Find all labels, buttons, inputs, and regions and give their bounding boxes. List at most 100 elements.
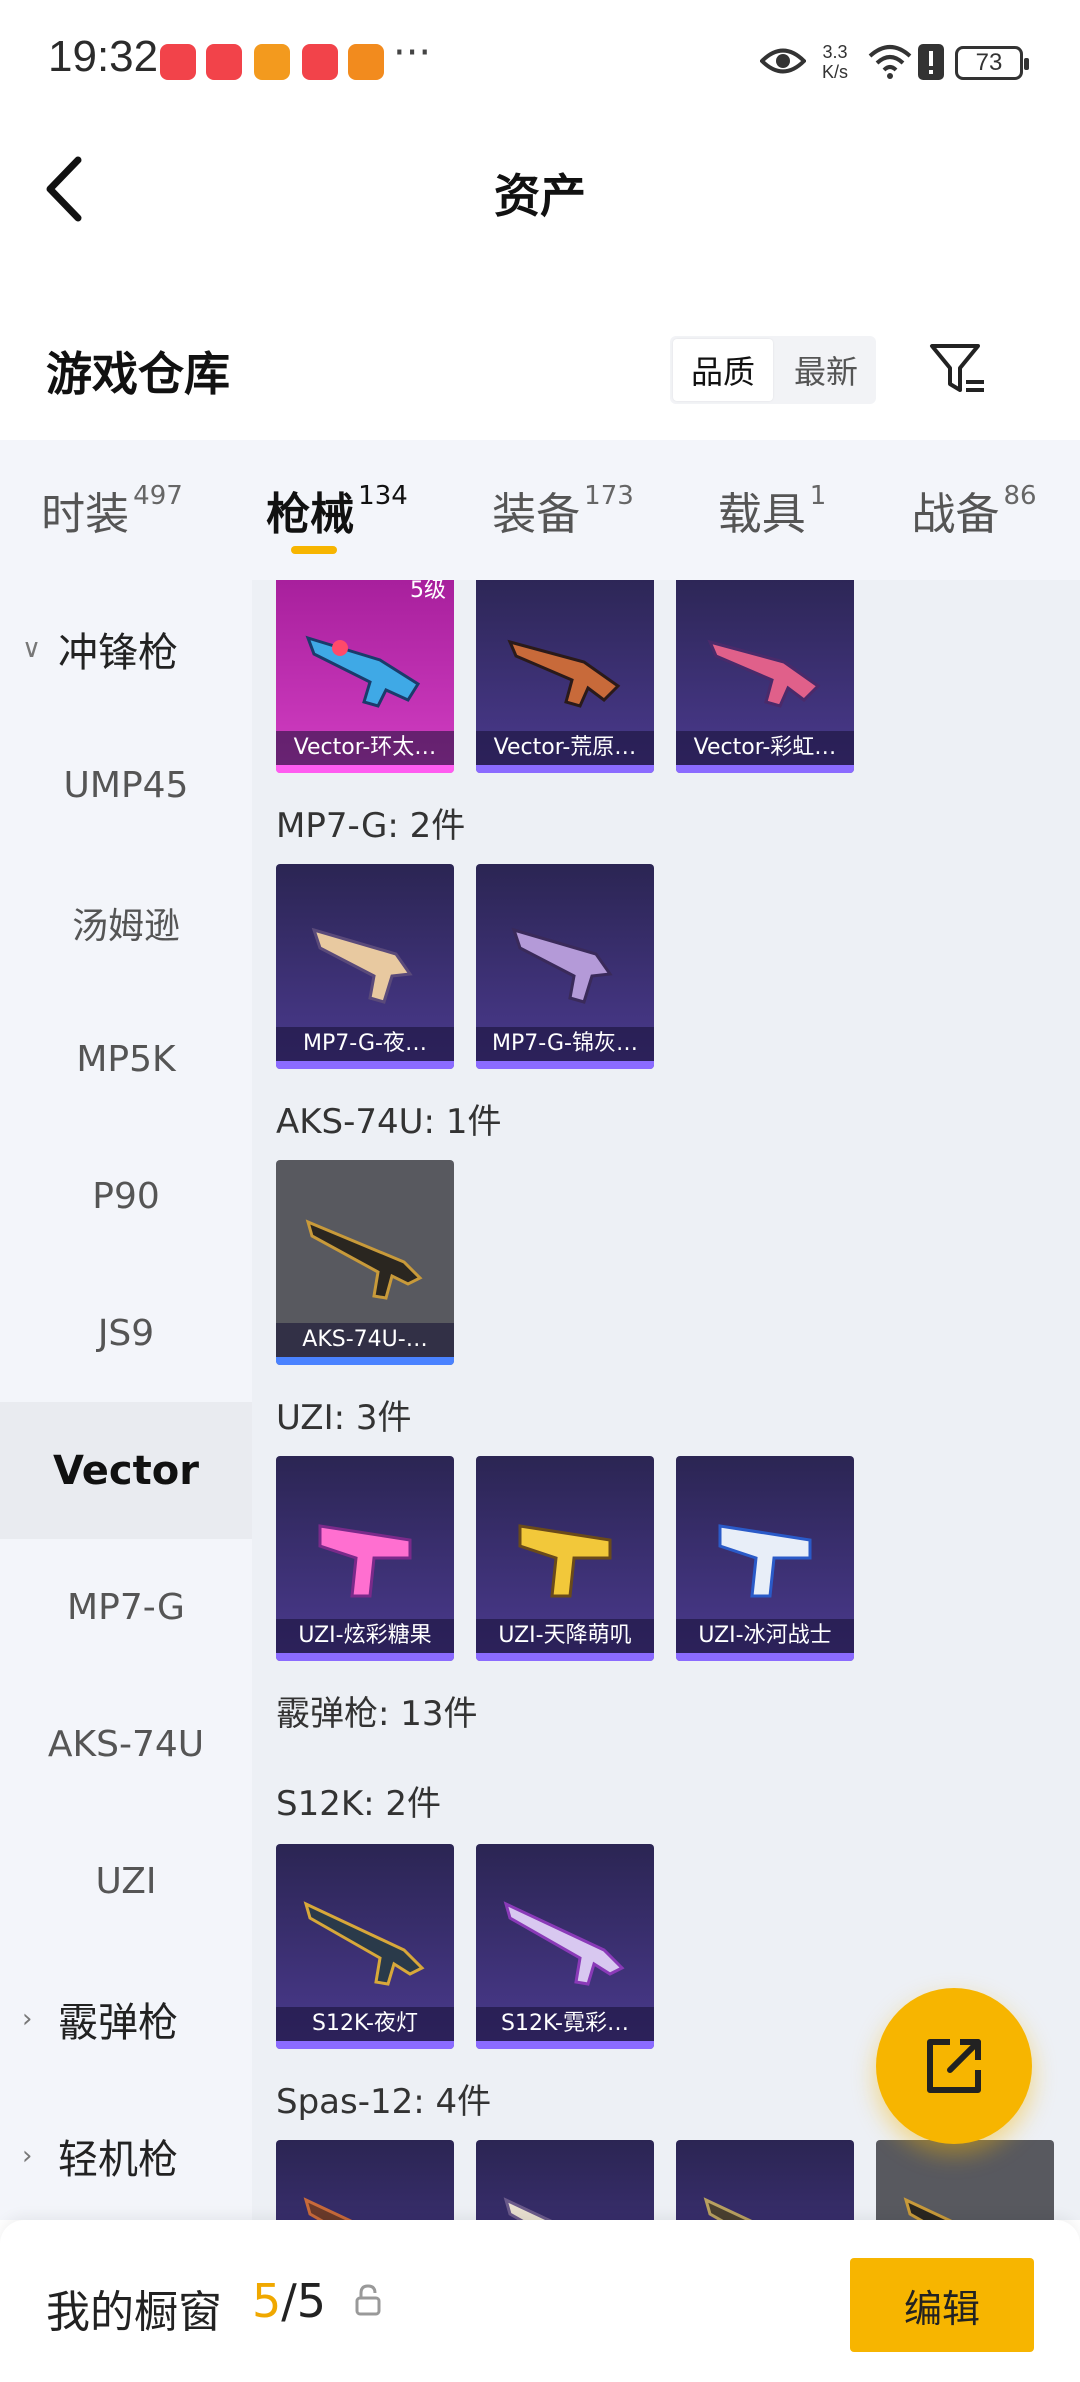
weapon-image: [305, 635, 421, 708]
weapon-card[interactable]: Vector-荒原…: [476, 580, 654, 773]
status-bar: 19:32 ··· 3.3 K/s 73: [0, 0, 1080, 124]
weapon-card[interactable]: MP7-G-夜…: [276, 864, 454, 1069]
sidebar-item-thompson[interactable]: 汤姆逊: [0, 854, 252, 991]
weapon-image: [707, 639, 821, 708]
rarity-bar: [276, 1061, 454, 1069]
rarity-bar: [276, 765, 454, 773]
weapon-name: MP7-G-夜…: [276, 1027, 454, 1061]
weapon-image: [903, 2197, 953, 2220]
sidebar-group-shotgun[interactable]: › 霰弹枪: [0, 1950, 252, 2087]
weapon-card[interactable]: Vector-彩虹…: [676, 580, 854, 773]
edit-button[interactable]: 编辑: [850, 2258, 1034, 2352]
group-label: AKS-74U: 1件: [276, 1102, 502, 1142]
sidebar-group-lmg[interactable]: › 轻机枪: [0, 2087, 252, 2220]
sort-by-newest-button[interactable]: 最新: [776, 336, 876, 404]
category-tabs: 时装 497 枪械 134 装备 173 载具 1 战备 86: [0, 440, 1080, 580]
sort-by-quality-button[interactable]: 品质: [673, 339, 773, 401]
rarity-bar: [276, 1357, 454, 1365]
tab-tactical[interactable]: 战备 86: [868, 440, 1080, 580]
weapon-card[interactable]: [276, 2140, 454, 2220]
rarity-bar: [276, 1653, 454, 1661]
status-time: 19:32: [48, 32, 159, 81]
sidebar-item-uzi[interactable]: UZI: [0, 1813, 252, 1950]
chevron-right-icon: ›: [22, 2140, 33, 2171]
weapon-image: [305, 1219, 423, 1300]
weapon-card[interactable]: S12K-霓彩…: [476, 1844, 654, 2049]
rarity-bar: [476, 1653, 654, 1661]
rarity-bar: [676, 1653, 854, 1661]
alert-icon: [918, 44, 944, 80]
weapon-card[interactable]: UZI-炫彩糖果: [276, 1456, 454, 1661]
sidebar-item-aks74u[interactable]: AKS-74U: [0, 1676, 252, 1813]
sidebar-item-ump45[interactable]: UMP45: [0, 717, 252, 854]
weapon-image: [303, 2197, 353, 2220]
group-label: UZI: 3件: [276, 1398, 412, 1438]
tab-vehicles[interactable]: 载具 1: [676, 440, 868, 580]
network-speed: 3.3 K/s: [822, 42, 849, 82]
sidebar-item-mp5k[interactable]: MP5K: [0, 991, 252, 1128]
weapon-name: MP7-G-锦灰…: [476, 1027, 654, 1061]
external-link-icon: [927, 2039, 981, 2093]
tab-firearms[interactable]: 枪械 134: [224, 440, 450, 580]
app-notification-icon: [206, 44, 242, 80]
weapon-card[interactable]: [876, 2140, 1054, 2220]
weapon-card[interactable]: AKS-74U-…: [276, 1160, 454, 1365]
lock-icon: [355, 2284, 381, 2316]
group-label: S12K: 2件: [276, 1784, 442, 1824]
weapon-name: Vector-环太…: [276, 731, 454, 765]
group-label: MP7-G: 2件: [276, 806, 466, 846]
sidebar-item-vector[interactable]: Vector: [0, 1402, 252, 1539]
weapon-card[interactable]: 5级 Vector-环太…: [276, 580, 454, 773]
chevron-down-icon: ∨: [22, 633, 42, 664]
weapon-image: [311, 927, 413, 1004]
rarity-bar: [276, 2041, 454, 2049]
weapon-name: AKS-74U-…: [276, 1323, 454, 1357]
game-app-icon: [254, 44, 290, 80]
tab-equipment[interactable]: 装备 173: [450, 440, 676, 580]
chevron-right-icon: ›: [22, 2003, 33, 2034]
weapon-image: [503, 1901, 625, 1986]
weapon-image: [518, 1524, 612, 1598]
weapon-card[interactable]: UZI-天降萌叽: [476, 1456, 654, 1661]
weapon-card[interactable]: [476, 2140, 654, 2220]
weapon-image: [318, 1524, 412, 1598]
group-label: Spas-12: 4件: [276, 2082, 492, 2122]
tab-fashion[interactable]: 时装 497: [0, 440, 224, 580]
eye-icon: [760, 48, 806, 74]
group-label: 霰弹枪: 13件: [276, 1694, 478, 1734]
weapon-name: Vector-荒原…: [476, 731, 654, 765]
share-fab-button[interactable]: [876, 1988, 1032, 2144]
weapon-card[interactable]: UZI-冰河战士: [676, 1456, 854, 1661]
weapon-image: [303, 1901, 425, 1986]
weapon-card[interactable]: S12K-夜灯: [276, 1844, 454, 2049]
rarity-bar: [476, 765, 654, 773]
weapon-image: [507, 639, 621, 708]
showcase-bottom-bar: 我的橱窗 5/5 编辑: [0, 2220, 1080, 2382]
warehouse-title: 游戏仓库: [46, 347, 230, 401]
sidebar-item-mp7g[interactable]: MP7-G: [0, 1539, 252, 1676]
sidebar-group-smg[interactable]: ∨ 冲锋枪: [0, 580, 252, 717]
page-header: 资产: [0, 124, 1080, 254]
level-badge: 5级: [410, 580, 446, 603]
showcase-label: 我的橱窗: [46, 2287, 222, 2338]
weapon-image: [718, 1524, 812, 1598]
weapon-image: [703, 2197, 753, 2220]
sidebar-item-p90[interactable]: P90: [0, 1128, 252, 1265]
page-title: 资产: [494, 169, 586, 223]
sort-toggle: 品质 最新: [670, 336, 876, 404]
weapon-type-sidebar: ∨ 冲锋枪 UMP45 汤姆逊 MP5K P90 JS9 Vector MP7-…: [0, 580, 252, 2220]
weapon-name: S12K-夜灯: [276, 2007, 454, 2041]
more-notifications-icon: ···: [393, 30, 432, 76]
sidebar-item-js9[interactable]: JS9: [0, 1265, 252, 1402]
weapon-name: UZI-炫彩糖果: [276, 1619, 454, 1653]
active-tab-indicator: [291, 546, 337, 554]
rarity-bar: [476, 2041, 654, 2049]
weapon-name: UZI-天降萌叽: [476, 1619, 654, 1653]
weapon-image: [503, 2197, 553, 2220]
rarity-bar: [676, 765, 854, 773]
weapon-card[interactable]: MP7-G-锦灰…: [476, 864, 654, 1069]
weapon-card[interactable]: [676, 2140, 854, 2220]
filter-icon[interactable]: [928, 340, 988, 398]
weapon-grid: 5级 Vector-环太… Vector-荒原… Vector-彩虹… MP7-…: [252, 580, 1080, 2220]
battery-indicator: 73: [955, 46, 1029, 80]
